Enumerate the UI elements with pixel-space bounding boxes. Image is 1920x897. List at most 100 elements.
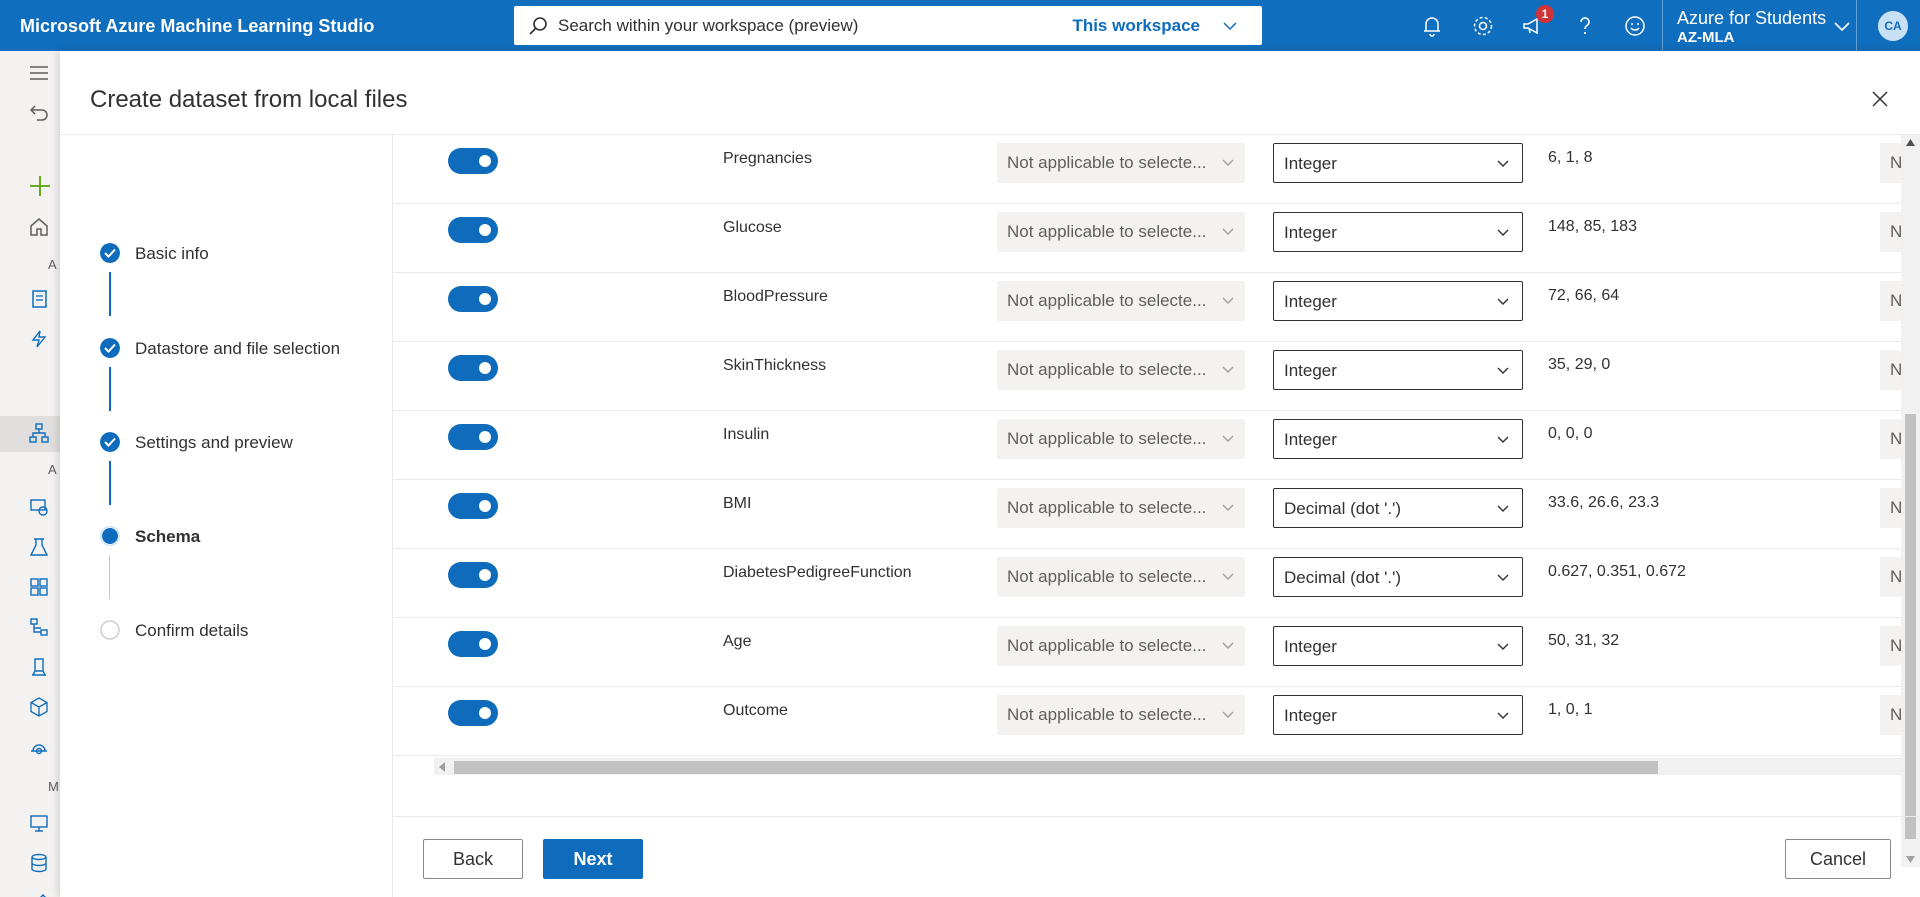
create-dataset-panel: Create dataset from local files Basic in… [60, 51, 1920, 897]
pending-step-icon [100, 620, 120, 640]
include-toggle[interactable] [448, 424, 498, 450]
panel-title: Create dataset from local files [90, 86, 408, 113]
scroll-up-icon[interactable] [1906, 139, 1915, 146]
column-name: BMI [723, 495, 752, 512]
include-toggle[interactable] [448, 700, 498, 726]
column-name: SkinThickness [723, 357, 827, 374]
undo-icon[interactable] [29, 102, 49, 122]
column-name: Pregnancies [723, 150, 812, 167]
home-icon[interactable] [29, 217, 49, 237]
next-button[interactable]: Next [543, 839, 643, 879]
scroll-left-icon[interactable] [438, 762, 446, 772]
search-box[interactable]: Search within your workspace (preview) T… [514, 6, 1262, 45]
include-toggle[interactable] [448, 631, 498, 657]
search-scope-dropdown[interactable]: This workspace [1072, 16, 1200, 36]
chevron-down-icon [1497, 436, 1509, 443]
table-row: Glucose Not applicable to selecte... Int… [393, 204, 1920, 273]
horizontal-scrollbar[interactable] [434, 758, 1918, 775]
type-dropdown[interactable]: Integer [1273, 695, 1523, 735]
step-connector [109, 367, 111, 411]
divider [393, 816, 1920, 817]
datastores-icon[interactable] [29, 853, 49, 873]
add-icon[interactable] [29, 175, 51, 197]
table-row: Pregnancies Not applicable to selecte...… [393, 135, 1920, 204]
properties-dropdown: Not applicable to selecte... [997, 212, 1245, 252]
endpoints-icon[interactable] [29, 737, 49, 757]
search-input[interactable]: Search within your workspace (preview) [558, 16, 858, 36]
designer-icon[interactable] [29, 423, 49, 443]
properties-dropdown: Not applicable to selecte... [997, 695, 1245, 735]
avatar[interactable]: CA [1878, 11, 1908, 41]
compute-monitor-icon[interactable] [29, 813, 49, 833]
type-dropdown[interactable]: Integer [1273, 350, 1523, 390]
chevron-down-icon[interactable] [1832, 16, 1852, 36]
properties-dropdown: Not applicable to selecte... [997, 350, 1245, 390]
notification-badge: 1 [1536, 5, 1554, 23]
type-dropdown[interactable]: Integer [1273, 212, 1523, 252]
vertical-scrollbar[interactable] [1901, 135, 1920, 867]
include-toggle[interactable] [448, 562, 498, 588]
gear-icon[interactable] [1471, 14, 1495, 38]
help-icon[interactable] [1573, 14, 1597, 38]
notebook-icon[interactable] [29, 289, 49, 309]
preview-values: 35, 29, 0 [1548, 356, 1611, 373]
chevron-down-icon [1497, 643, 1509, 650]
type-dropdown[interactable]: Integer [1273, 281, 1523, 321]
bell-icon[interactable] [1420, 14, 1444, 38]
compute-icon[interactable] [29, 657, 49, 677]
check-circle-icon [100, 338, 120, 358]
step-connector [109, 461, 111, 505]
chevron-down-icon [1497, 505, 1509, 512]
chevron-down-icon [1222, 228, 1234, 235]
step-label: Schema [135, 527, 201, 546]
type-dropdown[interactable]: Decimal (dot '.') [1273, 488, 1523, 528]
pipelines-icon[interactable] [29, 577, 49, 597]
column-name: BloodPressure [723, 288, 828, 305]
chevron-down-icon [1222, 573, 1234, 580]
models-icon[interactable] [29, 697, 49, 717]
scrollbar-thumb[interactable] [454, 761, 1658, 774]
include-toggle[interactable] [448, 148, 498, 174]
scroll-down-icon[interactable] [1906, 856, 1915, 863]
column-name: DiabetesPedigreeFunction [723, 564, 912, 581]
properties-dropdown: Not applicable to selecte... [997, 143, 1245, 183]
wizard-steps: Basic info Datastore and file selection … [60, 135, 393, 897]
step-label: Confirm details [135, 621, 249, 640]
type-dropdown[interactable]: Integer [1273, 143, 1523, 183]
scrollbar-thumb[interactable] [1905, 414, 1916, 839]
workspace-name[interactable]: AZ-MLA [1677, 29, 1734, 46]
labeling-icon[interactable] [29, 893, 49, 897]
step-label: Datastore and file selection [135, 339, 341, 358]
type-dropdown[interactable]: Integer [1273, 419, 1523, 459]
chevron-down-icon [1222, 297, 1234, 304]
current-step-icon [100, 526, 120, 546]
chevron-down-icon [1222, 642, 1234, 649]
cancel-button[interactable]: Cancel [1785, 839, 1891, 879]
chevron-down-icon [1497, 229, 1509, 236]
close-icon[interactable] [1870, 89, 1890, 109]
type-dropdown[interactable]: Integer [1273, 626, 1523, 666]
include-toggle[interactable] [448, 286, 498, 312]
preview-values: 0, 0, 0 [1548, 425, 1593, 442]
experiments-icon[interactable] [29, 537, 49, 557]
datasets-icon[interactable] [29, 497, 49, 517]
app-title[interactable]: Microsoft Azure Machine Learning Studio [20, 16, 374, 37]
preview-values: 50, 31, 32 [1548, 632, 1620, 649]
column-name: Insulin [723, 426, 770, 443]
include-toggle[interactable] [448, 493, 498, 519]
column-name: Age [723, 633, 752, 650]
chevron-down-icon [1497, 160, 1509, 167]
check-circle-icon [100, 432, 120, 452]
account-name[interactable]: Azure for Students [1677, 8, 1826, 29]
include-toggle[interactable] [448, 217, 498, 243]
type-dropdown[interactable]: Decimal (dot '.') [1273, 557, 1523, 597]
schema-grid: Pregnancies Not applicable to selecte...… [393, 135, 1920, 819]
smiley-icon[interactable] [1623, 14, 1647, 38]
hamburger-icon[interactable] [29, 63, 49, 83]
preview-values: 148, 85, 183 [1548, 218, 1637, 235]
back-button[interactable]: Back [423, 839, 523, 879]
automl-icon[interactable] [29, 329, 49, 349]
environments-icon[interactable] [29, 617, 49, 637]
include-toggle[interactable] [448, 355, 498, 381]
table-row: SkinThickness Not applicable to selecte.… [393, 342, 1920, 411]
